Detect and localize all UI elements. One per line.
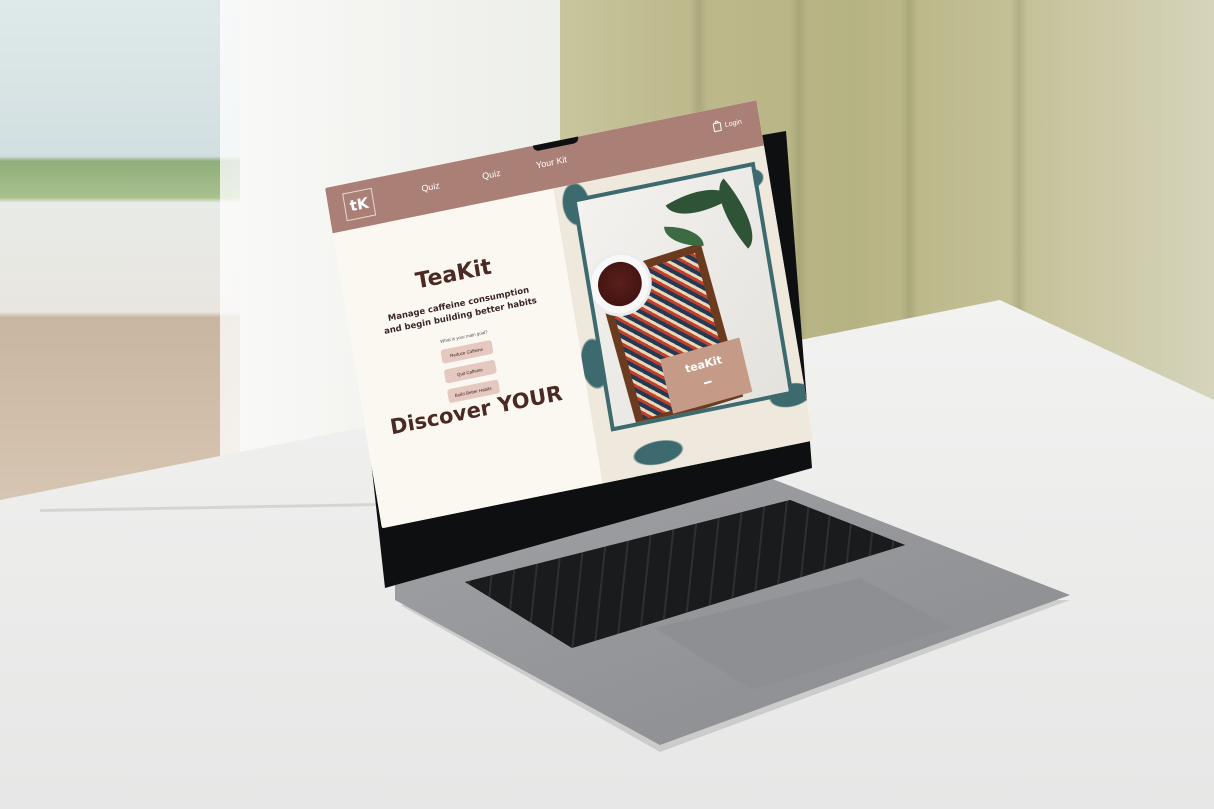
site-logo[interactable]: tK: [342, 187, 377, 222]
leaf: [663, 225, 704, 247]
login-link[interactable]: Login: [712, 118, 743, 133]
shopping-bag-icon: [712, 121, 722, 133]
nav-quiz-2[interactable]: Quiz: [481, 168, 501, 182]
background-window: [0, 0, 240, 520]
product-photo: teaKit: [572, 161, 794, 432]
login-label: Login: [724, 118, 743, 129]
nav-quiz[interactable]: Quiz: [421, 180, 441, 194]
tea: [594, 257, 646, 311]
nav-your-kit[interactable]: Your Kit: [535, 154, 567, 170]
product-box-tag: [703, 380, 712, 385]
curtain-fold: [900, 0, 918, 360]
